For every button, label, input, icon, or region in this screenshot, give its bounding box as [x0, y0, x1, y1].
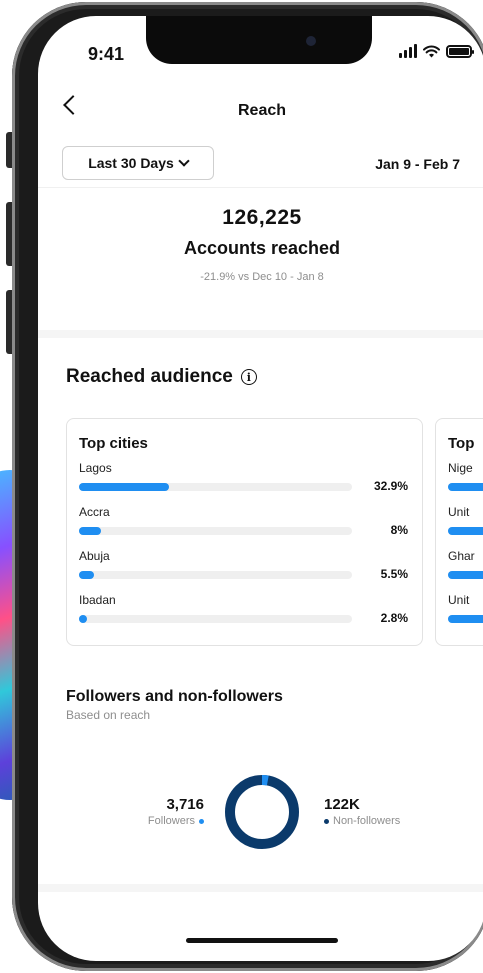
accounts-reached-label: Accounts reached	[183, 238, 341, 258]
city-row: Lagos 32.9%	[79, 461, 408, 501]
country-label: Unit	[448, 505, 470, 519]
country-bar-track	[448, 527, 483, 535]
country-bar-fill	[448, 527, 483, 535]
nav-header: Reach	[38, 88, 483, 128]
section-divider-bottom	[38, 884, 483, 892]
reach-delta: -21.9% vs Dec 10 - Jan 8	[200, 271, 324, 283]
country-label: Ghar	[448, 549, 475, 563]
city-bar-track	[79, 571, 352, 579]
country-row: Nige	[448, 461, 483, 501]
donut-nonfollowers-ring	[225, 775, 299, 849]
top-countries-title: Top	[448, 435, 475, 452]
city-pct: 5.5%	[380, 567, 408, 581]
followers-stat: 3,716 Followers	[148, 796, 204, 827]
nonfollowers-label: Non-followers	[333, 815, 401, 827]
city-bar-track	[79, 615, 352, 623]
country-row: Unit	[448, 505, 483, 545]
city-row: Ibadan 2.8%	[79, 593, 408, 633]
city-bar-track	[79, 483, 352, 491]
country-row: Ghar	[448, 549, 483, 589]
notch	[146, 16, 372, 64]
section-divider	[38, 330, 483, 338]
city-row: Abuja 5.5%	[79, 549, 408, 589]
followers-donut-chart	[225, 775, 299, 849]
home-indicator[interactable]	[186, 938, 338, 943]
country-bar-track	[448, 615, 483, 623]
city-bar-fill	[79, 571, 94, 579]
followers-value: 3,716	[166, 796, 204, 813]
date-range-label: Last 30 Days	[88, 155, 174, 171]
nonfollowers-dot	[324, 818, 329, 824]
top-cities-card[interactable]: Top cities Lagos 32.9% Accra 8% Abuja 5.…	[66, 418, 423, 646]
country-label: Nige	[448, 461, 473, 475]
phone-frame: 9:41 Reach Last 30 Days Jan 9 - Feb 7 12…	[12, 2, 483, 971]
date-range-row: Last 30 Days Jan 9 - Feb 7	[38, 140, 483, 188]
info-icon[interactable]: i	[240, 369, 257, 385]
city-bar-track	[79, 527, 352, 535]
city-pct: 32.9%	[373, 479, 408, 493]
city-row: Accra 8%	[79, 505, 408, 545]
date-range-text: Jan 9 - Feb 7	[375, 156, 460, 172]
city-label: Abuja	[79, 549, 110, 563]
reached-audience-title: Reached audience	[66, 366, 233, 387]
city-bar-fill	[79, 615, 87, 623]
city-pct: 8%	[390, 523, 408, 537]
page-title: Reach	[237, 102, 287, 119]
top-cities-title: Top cities	[79, 435, 148, 452]
battery-icon	[446, 44, 474, 58]
country-bar-fill	[448, 571, 483, 579]
nonfollowers-value: 122K	[324, 796, 360, 813]
signal-icon	[399, 44, 417, 58]
top-countries-card[interactable]: Top Nige Unit Ghar Unit	[435, 418, 483, 646]
country-bar-track	[448, 483, 483, 491]
screen: 9:41 Reach Last 30 Days Jan 9 - Feb 7 12…	[38, 16, 483, 961]
followers-dot	[199, 818, 204, 824]
city-pct: 2.8%	[380, 611, 408, 625]
country-bar-fill	[448, 615, 483, 623]
status-icons	[399, 44, 474, 58]
country-row: Unit	[448, 593, 483, 633]
reached-audience-heading: Reached audience i	[66, 366, 257, 388]
city-bar-fill	[79, 483, 169, 491]
city-label: Lagos	[79, 461, 112, 475]
accounts-reached-value: 126,225	[222, 206, 302, 229]
status-time: 9:41	[88, 44, 125, 64]
nonfollowers-legend: Non-followers	[324, 815, 400, 827]
reach-summary: 126,225 Accounts reached -21.9% vs Dec 1…	[38, 206, 483, 283]
country-bar-track	[448, 571, 483, 579]
followers-legend: Followers	[148, 815, 204, 827]
city-label: Ibadan	[79, 593, 116, 607]
followers-heading: Followers and non-followers	[66, 688, 283, 705]
followers-label: Followers	[147, 815, 195, 827]
chevron-down-icon	[178, 155, 190, 167]
nonfollowers-stat: 122K Non-followers	[324, 796, 400, 827]
stage: 9:41 Reach Last 30 Days Jan 9 - Feb 7 12…	[0, 0, 483, 973]
wifi-icon	[423, 45, 440, 57]
city-bar-fill	[79, 527, 101, 535]
city-label: Accra	[79, 505, 110, 519]
camera-dot	[306, 36, 316, 46]
followers-subtitle: Based on reach	[66, 708, 151, 722]
country-bar-fill	[448, 483, 483, 491]
country-label: Unit	[448, 593, 470, 607]
date-range-dropdown[interactable]: Last 30 Days	[62, 146, 214, 180]
